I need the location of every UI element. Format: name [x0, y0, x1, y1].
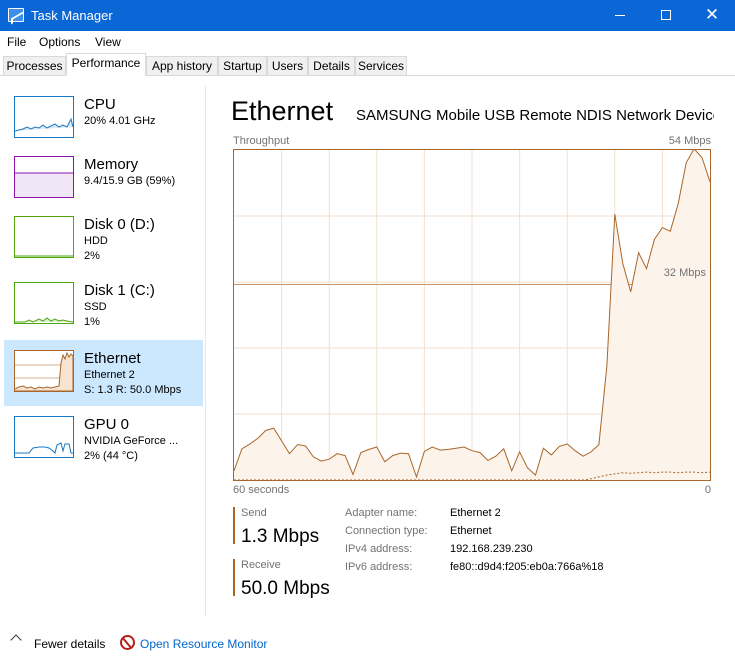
- close-icon: ✕: [704, 5, 720, 25]
- sidebar-title-cpu: CPU: [84, 96, 116, 113]
- sidebar-detail2-disk1: 1%: [84, 316, 100, 328]
- tab-processes[interactable]: Processes: [3, 56, 66, 76]
- tab-details[interactable]: Details: [308, 56, 355, 76]
- menu-bar: File Options View: [0, 31, 735, 53]
- minimize-icon: [615, 14, 625, 16]
- prop-value-ipv6: fe80::d9d4:f205:eb0a:766a%18: [450, 561, 604, 573]
- prop-label-ipv4: IPv4 address:: [345, 543, 413, 555]
- disk0-thumbnail: [14, 216, 74, 258]
- menu-options[interactable]: Options: [39, 35, 80, 49]
- sidebar-item-disk0[interactable]: Disk 0 (D:) HDD 2%: [4, 212, 203, 278]
- resource-monitor-icon: [120, 635, 135, 650]
- sidebar-detail1-gpu: NVIDIA GeForce ...: [84, 435, 179, 447]
- sidebar-item-ethernet[interactable]: Ethernet Ethernet 2 S: 1.3 R: 50.0 Mbps: [4, 340, 203, 406]
- open-resource-monitor-link[interactable]: Open Resource Monitor: [140, 637, 267, 651]
- title-bar: Task Manager ✕: [0, 0, 735, 31]
- receive-value: 50.0 Mbps: [241, 578, 330, 599]
- prop-value-adapter-name: Ethernet 2: [450, 507, 501, 519]
- sidebar-detail-memory: 9.4/15.9 GB (59%): [84, 175, 176, 187]
- sidebar-detail1-ethernet: Ethernet 2: [84, 369, 135, 381]
- cpu-thumbnail: [14, 96, 74, 138]
- menu-file[interactable]: File: [7, 35, 26, 49]
- maximize-button[interactable]: [643, 0, 689, 31]
- sidebar-title-disk0: Disk 0 (D:): [84, 216, 155, 233]
- sidebar-item-gpu[interactable]: GPU 0 NVIDIA GeForce ... 2% (44 °C): [4, 406, 203, 472]
- graph-max-label: 54 Mbps: [668, 135, 711, 147]
- footer: Fewer details Open Resource Monitor: [0, 625, 735, 668]
- sidebar-title-disk1: Disk 1 (C:): [84, 282, 155, 299]
- memory-thumbnail: [14, 156, 74, 198]
- sidebar-detail-cpu: 20% 4.01 GHz: [84, 115, 156, 127]
- sidebar-title-memory: Memory: [84, 156, 139, 173]
- sidebar-detail1-disk0: HDD: [84, 235, 108, 247]
- resource-sidebar: CPU 20% 4.01 GHz Memory 9.4/15.9 GB (59%…: [0, 86, 206, 616]
- sidebar-detail2-gpu: 2% (44 °C): [84, 450, 138, 462]
- tab-app-history[interactable]: App history: [146, 56, 218, 76]
- sidebar-title-ethernet: Ethernet: [84, 350, 141, 367]
- sidebar-detail2-ethernet: S: 1.3 R: 50.0 Mbps: [84, 384, 182, 396]
- chevron-up-icon[interactable]: [10, 634, 22, 646]
- prop-label-connection-type: Connection type:: [345, 525, 428, 537]
- ethernet-thumbnail: [14, 350, 74, 392]
- tab-startup[interactable]: Startup: [218, 56, 267, 76]
- throughput-chart: [233, 147, 711, 481]
- prop-value-connection-type: Ethernet: [450, 525, 492, 537]
- send-indicator: [233, 507, 235, 544]
- disk1-thumbnail: [14, 282, 74, 324]
- graph-mid-label: 32 Mbps: [663, 267, 706, 279]
- menu-view[interactable]: View: [95, 35, 121, 49]
- tab-users[interactable]: Users: [267, 56, 308, 76]
- sidebar-detail2-disk0: 2%: [84, 250, 100, 262]
- sidebar-item-memory[interactable]: Memory 9.4/15.9 GB (59%): [4, 152, 203, 218]
- send-label: Send: [241, 507, 267, 519]
- fewer-details-button[interactable]: Fewer details: [34, 637, 105, 651]
- prop-value-ipv4: 192.168.239.230: [450, 543, 533, 555]
- throughput-graph: 32 Mbps: [233, 147, 711, 481]
- minimize-button[interactable]: [597, 0, 643, 31]
- graph-label-throughput: Throughput: [233, 135, 290, 147]
- sidebar-item-cpu[interactable]: CPU 20% 4.01 GHz: [4, 92, 203, 158]
- maximize-icon: [661, 10, 671, 20]
- gpu-thumbnail: [14, 416, 74, 458]
- sidebar-title-gpu: GPU 0: [84, 416, 130, 433]
- receive-label: Receive: [241, 559, 281, 571]
- prop-label-ipv6: IPv6 address:: [345, 561, 413, 573]
- tab-services[interactable]: Services: [355, 56, 407, 76]
- send-value: 1.3 Mbps: [241, 526, 320, 547]
- prop-label-adapter-name: Adapter name:: [345, 507, 418, 519]
- page-title: Ethernet: [231, 96, 334, 126]
- graph-x-left-label: 60 seconds: [233, 484, 290, 496]
- close-button[interactable]: ✕: [689, 0, 735, 31]
- tab-bar: Processes Performance App history Startu…: [0, 53, 735, 76]
- adapter-description: SAMSUNG Mobile USB Remote NDIS Network D…: [356, 107, 714, 124]
- sidebar-detail1-disk1: SSD: [84, 301, 107, 313]
- task-manager-icon: [8, 8, 24, 22]
- tab-performance[interactable]: Performance: [66, 53, 146, 76]
- graph-x-right-label: 0: [704, 484, 711, 496]
- sidebar-item-disk1[interactable]: Disk 1 (C:) SSD 1%: [4, 278, 203, 344]
- receive-indicator: [233, 559, 235, 596]
- window-title: Task Manager: [31, 8, 113, 23]
